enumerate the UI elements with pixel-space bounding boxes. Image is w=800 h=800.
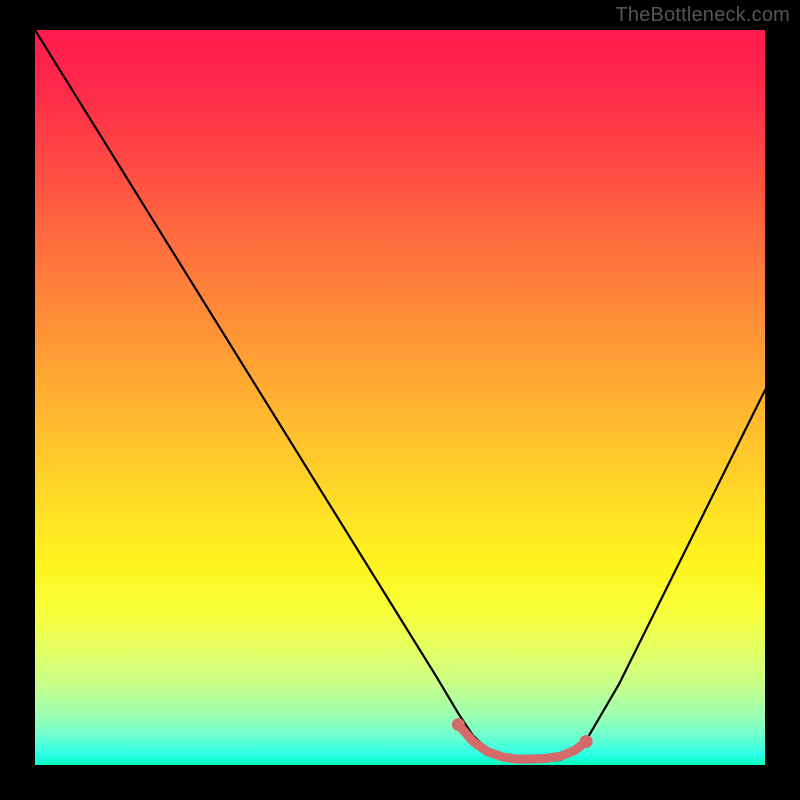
bottleneck-curve-path — [35, 30, 765, 761]
chart-plot-area — [35, 30, 765, 765]
chart-overlay-svg — [35, 30, 765, 765]
flat-optimum-band — [452, 718, 593, 759]
watermark-text: TheBottleneck.com — [615, 4, 790, 27]
